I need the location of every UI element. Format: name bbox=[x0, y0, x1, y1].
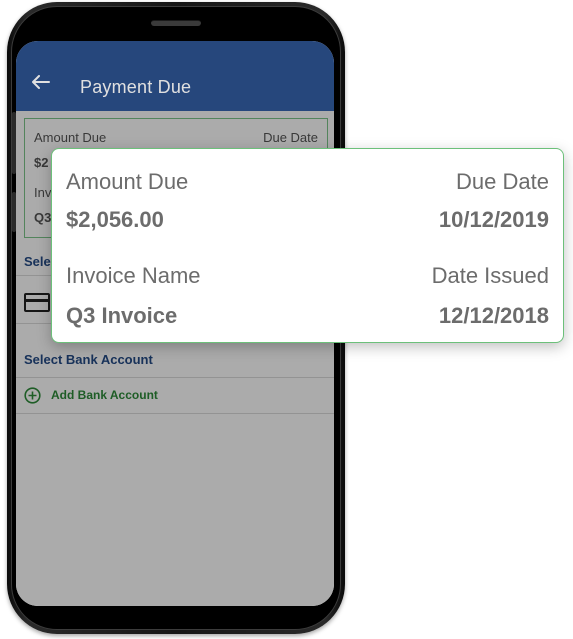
credit-card-icon[interactable] bbox=[24, 293, 50, 312]
invoice-name-value: Q3 Invoice bbox=[66, 303, 178, 328]
invoice-detail-callout: Amount Due Due Date $2,056.00 10/12/2019… bbox=[51, 148, 564, 343]
date-issued-label: Date Issued bbox=[431, 263, 549, 288]
divider bbox=[16, 377, 334, 378]
amount-due-value: $2 bbox=[34, 155, 49, 170]
date-issued-value: 12/12/2018 bbox=[438, 303, 549, 328]
stage: Payment Due Amount Due Due Date $2 Inv Q… bbox=[0, 0, 573, 639]
page-title: Payment Due bbox=[80, 77, 192, 97]
due-date-value: 10/12/2019 bbox=[438, 207, 549, 232]
plus-circle-icon[interactable] bbox=[24, 387, 41, 404]
app-bar: Payment Due bbox=[16, 41, 334, 111]
invoice-name-label: Invoice Name bbox=[66, 263, 201, 288]
due-date-label: Due Date bbox=[456, 169, 549, 194]
invoice-name-value: Q3 bbox=[34, 210, 52, 225]
divider bbox=[16, 413, 334, 414]
add-bank-account-button[interactable]: Add Bank Account bbox=[51, 388, 158, 402]
select-bank-account-heading: Select Bank Account bbox=[24, 352, 153, 367]
amount-due-value: $2,056.00 bbox=[66, 207, 164, 232]
due-date-label: Due Date bbox=[263, 130, 318, 145]
arrow-left-icon[interactable] bbox=[32, 75, 50, 89]
invoice-name-label: Inv bbox=[34, 185, 52, 200]
select-card-heading: Sele bbox=[24, 254, 51, 269]
earpiece-speaker bbox=[151, 20, 201, 26]
amount-due-label: Amount Due bbox=[66, 169, 189, 194]
amount-due-label: Amount Due bbox=[34, 130, 107, 145]
